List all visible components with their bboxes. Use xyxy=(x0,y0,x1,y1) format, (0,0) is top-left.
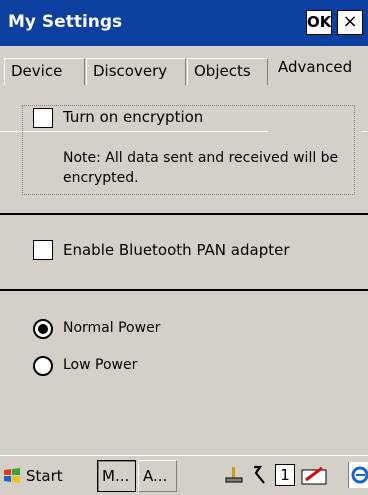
low-power-label[interactable]: Low Power xyxy=(63,357,137,373)
ime-icon[interactable]: 1 xyxy=(275,464,295,486)
ie-logo-icon xyxy=(351,466,368,484)
system-tray: 1 xyxy=(216,460,348,492)
tab-device[interactable]: Device xyxy=(4,58,85,85)
window-title: My Settings xyxy=(8,12,123,32)
separator-1 xyxy=(0,213,368,215)
tab-strip: Device Discovery Objects Advanced xyxy=(0,46,368,132)
advanced-panel: Turn on encryption Note: All data sent a… xyxy=(0,86,368,456)
network-icon[interactable] xyxy=(223,464,245,486)
pan-checkbox[interactable] xyxy=(33,240,53,260)
tab-discovery[interactable]: Discovery xyxy=(86,58,186,85)
taskbar-item-my-settings[interactable]: M... xyxy=(97,460,136,492)
encryption-checkbox[interactable] xyxy=(33,108,53,128)
normal-power-radio[interactable] xyxy=(33,319,53,339)
close-button[interactable]: × xyxy=(337,10,363,35)
tab-objects[interactable]: Objects xyxy=(187,58,268,85)
ok-button[interactable]: OK xyxy=(306,10,332,35)
encryption-note: Note: All data sent and received will be… xyxy=(63,150,339,186)
taskbar-item-a[interactable]: A... xyxy=(138,460,177,492)
bluetooth-icon[interactable] xyxy=(250,464,270,486)
windows-flag-icon xyxy=(4,468,20,483)
low-power-radio[interactable] xyxy=(33,356,53,376)
input-panel-icon[interactable] xyxy=(300,464,328,486)
title-bar: My Settings OK × xyxy=(0,0,368,46)
taskbar: Start M... A... 1 xyxy=(0,455,368,495)
start-label: Start xyxy=(26,467,63,485)
separator-2 xyxy=(0,289,368,291)
encryption-label[interactable]: Turn on encryption xyxy=(63,108,203,126)
ie-icon[interactable] xyxy=(348,462,368,488)
tab-advanced[interactable]: Advanced xyxy=(272,54,364,87)
normal-power-label[interactable]: Normal Power xyxy=(63,320,160,336)
start-button[interactable]: Start xyxy=(0,460,94,492)
pan-label[interactable]: Enable Bluetooth PAN adapter xyxy=(63,241,290,259)
